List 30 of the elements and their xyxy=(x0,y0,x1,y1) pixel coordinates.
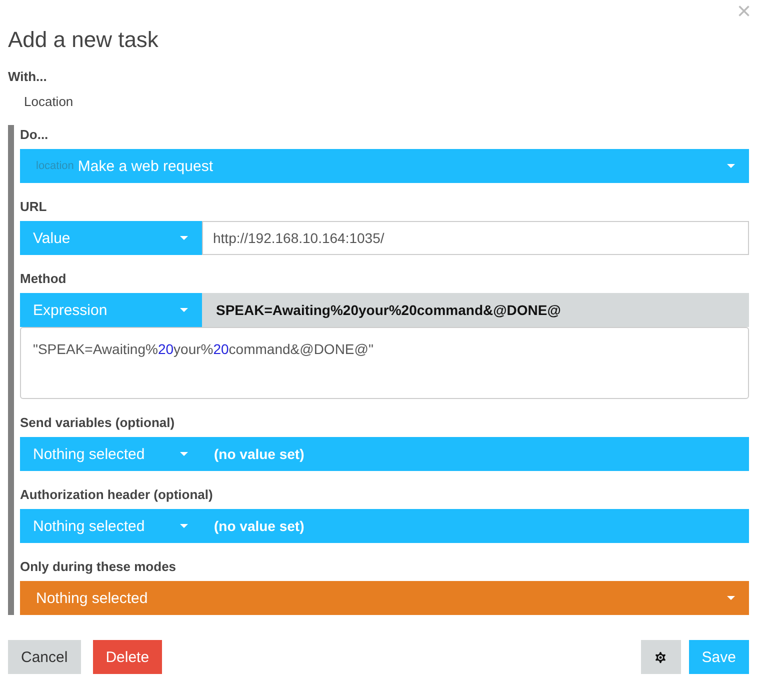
field-label: Only during these modes xyxy=(20,559,178,575)
mode-dropdown[interactable]: Expression xyxy=(20,293,202,327)
delete-button[interactable]: Delete xyxy=(92,640,162,674)
trigger-value: Location xyxy=(24,94,74,109)
close-icon[interactable]: × xyxy=(736,0,751,24)
expression-editor[interactable]: "SPEAK=Awaiting%20your%20command&@DONE@" xyxy=(20,327,749,399)
caret-icon xyxy=(180,524,188,528)
settings-icon xyxy=(653,650,668,664)
cancel-button[interactable]: Cancel xyxy=(8,640,81,674)
field-label: URL xyxy=(20,199,48,215)
dropdown[interactable]: location Make a web request xyxy=(20,149,749,183)
selector-value: (no value set) xyxy=(213,445,304,464)
caret-icon xyxy=(180,452,188,456)
url-field[interactable]: http://192.168.10.164:1035/ xyxy=(202,221,749,255)
field-label: Authorization header (optional) xyxy=(20,487,214,503)
save-button[interactable]: Save xyxy=(688,640,749,674)
field-label: Send variables (optional) xyxy=(20,415,176,431)
mode-dropdown[interactable]: Value xyxy=(20,221,202,255)
dialog-title: Add a new task xyxy=(8,26,158,53)
field-label: Method xyxy=(20,271,68,287)
selector-value: (no value set) xyxy=(213,517,304,536)
caret-icon xyxy=(727,596,735,600)
dropdown[interactable]: Nothing selected xyxy=(20,581,749,615)
expression-preview: SPEAK=Awaiting%20your%20command&@DONE@ xyxy=(202,293,749,327)
caret-icon xyxy=(180,308,188,312)
settings-button[interactable] xyxy=(640,640,681,674)
caret-icon xyxy=(727,164,735,168)
section-label: With... xyxy=(8,69,47,85)
caret-icon xyxy=(180,236,188,240)
field-label: Do... xyxy=(20,127,50,143)
